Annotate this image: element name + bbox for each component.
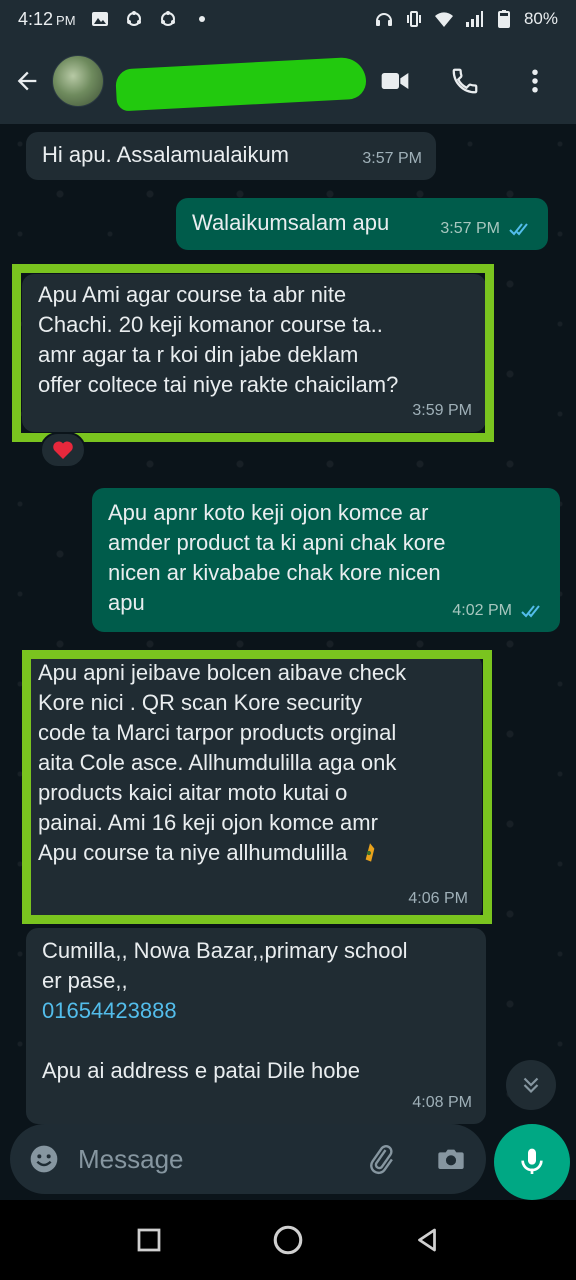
- message-incoming[interactable]: Hi apu. Assalamualaikum 3:57 PM: [26, 132, 436, 180]
- status-bar: 4:12 PM 80%: [0, 0, 576, 38]
- status-time: 4:12 PM: [18, 8, 76, 29]
- wifi-icon: [434, 9, 454, 29]
- read-receipt-icon: [509, 223, 528, 236]
- message-incoming[interactable]: Cumilla,, Nowa Bazar,,primary school er …: [26, 928, 486, 1124]
- home-button[interactable]: [268, 1220, 308, 1260]
- phone-number-link[interactable]: 01654423888: [42, 996, 470, 1026]
- battery-percent: 80%: [523, 9, 558, 28]
- back-arrow-icon: [17, 71, 37, 91]
- chat-header: online: [0, 38, 576, 124]
- battery-icon: [494, 9, 514, 29]
- square-icon: [137, 1228, 161, 1252]
- message-time: 3:57 PM: [440, 220, 500, 237]
- chevron-down-double-icon: [523, 1077, 539, 1094]
- emoji-button[interactable]: [26, 1141, 62, 1177]
- message-field: [10, 1124, 486, 1194]
- message-time: 4:02 PM: [452, 602, 512, 619]
- composer: [0, 1124, 576, 1200]
- contact-avatar[interactable]: [52, 55, 104, 107]
- chat-area[interactable]: Hi apu. Assalamualaikum 3:57 PM Walaikum…: [0, 124, 576, 1124]
- microphone-icon: [521, 1148, 543, 1174]
- message-line: nicen ar kivababe chak kore nicen: [108, 560, 441, 585]
- message-input[interactable]: [78, 1143, 328, 1175]
- more-options-icon: [532, 69, 538, 93]
- message-time: 4:08 PM: [412, 1094, 472, 1111]
- message-outgoing[interactable]: Apu apnr koto keji ojon komce ar amder p…: [92, 488, 560, 632]
- video-call-button[interactable]: [378, 64, 412, 98]
- voice-call-icon: [452, 68, 478, 94]
- voice-message-button[interactable]: [494, 1124, 570, 1200]
- message-line: Apu apnr koto keji ojon komce ar: [108, 500, 429, 525]
- vibrate-icon: [404, 9, 424, 29]
- sync-icon: [124, 9, 144, 29]
- heart-icon: [53, 441, 73, 459]
- camera-icon: [438, 1149, 464, 1169]
- camera-button[interactable]: [432, 1140, 470, 1178]
- voice-call-button[interactable]: [448, 64, 482, 98]
- recents-button[interactable]: [129, 1220, 169, 1260]
- triangle-back-icon: [417, 1228, 436, 1252]
- circle-icon: [273, 1225, 303, 1255]
- headset-icon: [374, 9, 394, 29]
- gallery-icon: [90, 9, 110, 29]
- highlight-box: [12, 264, 494, 442]
- message-reaction[interactable]: [40, 432, 86, 468]
- attach-button[interactable]: [362, 1140, 400, 1178]
- video-call-icon: [381, 73, 409, 89]
- back-nav-button[interactable]: [407, 1220, 447, 1260]
- sync-icon-2: [158, 9, 178, 29]
- emoji-icon: [30, 1145, 58, 1173]
- contact-info[interactable]: online: [115, 51, 367, 112]
- message-time: 3:57 PM: [362, 150, 422, 167]
- message-line: er pase,,: [42, 968, 128, 993]
- message-outgoing[interactable]: Walaikumsalam apu 3:57 PM: [176, 198, 548, 250]
- message-line: [42, 1026, 470, 1056]
- message-line: Cumilla,, Nowa Bazar,,primary school: [42, 938, 408, 963]
- dot-icon: [192, 9, 212, 29]
- android-nav-bar: [0, 1200, 576, 1280]
- highlight-box: [22, 650, 492, 924]
- read-receipt-icon: [521, 605, 540, 618]
- back-button[interactable]: [10, 64, 44, 98]
- message-line: amder product ta ki apni chak kore: [108, 530, 446, 555]
- paperclip-icon: [370, 1145, 393, 1175]
- signal-icon: [464, 9, 484, 29]
- redacted-contact-name: [115, 56, 367, 112]
- message-line: Apu ai address e patai Dile hobe: [42, 1058, 360, 1083]
- more-options-button[interactable]: [518, 64, 552, 98]
- scroll-to-bottom-button[interactable]: [506, 1060, 556, 1110]
